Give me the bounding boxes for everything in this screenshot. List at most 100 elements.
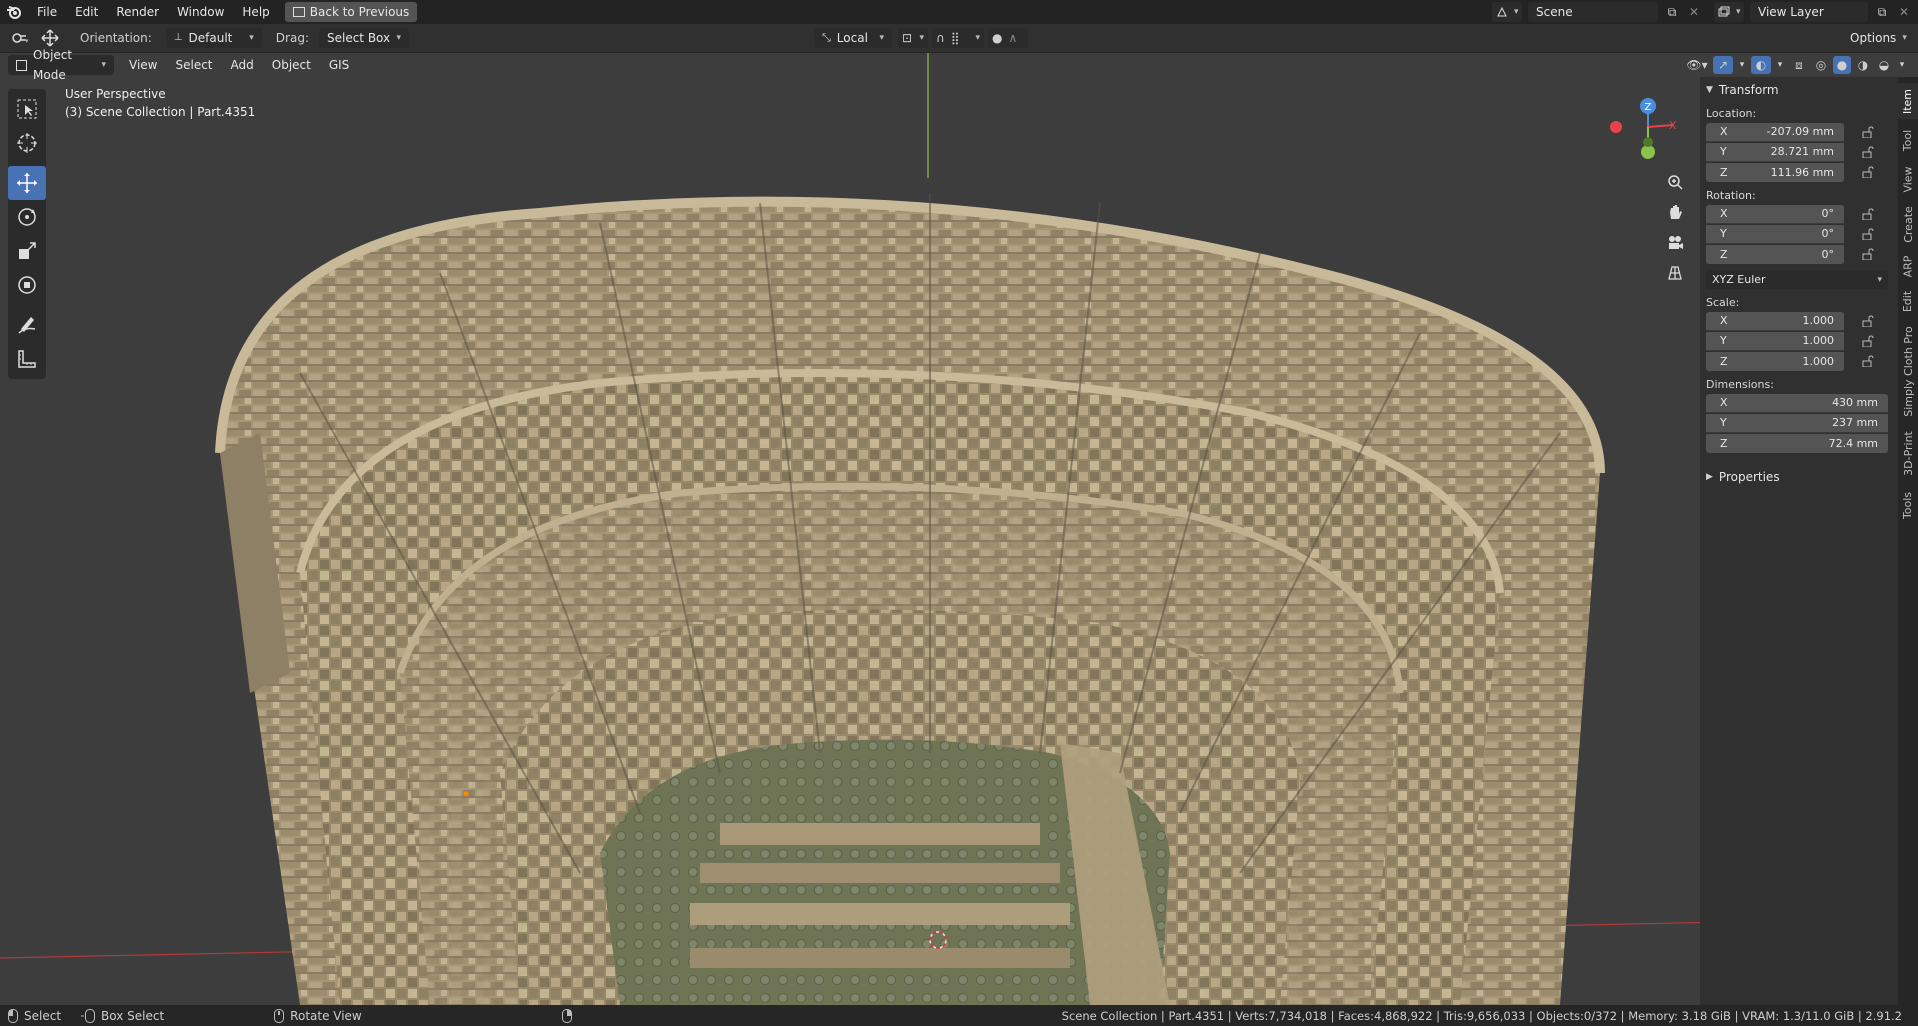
properties-panel-header[interactable]: ▶ Properties [1706,465,1892,489]
viewport-shading-controls: 👁▾ ↗ ▾ ◐ ▾ ⧈ ◎ ● ◑ ◒ ▾ [1684,56,1918,74]
scale-x-field[interactable]: X 1.000 [1706,311,1844,331]
rotate-tool[interactable] [8,200,46,234]
menu-add[interactable]: Add [222,55,263,75]
menu-view[interactable]: View [120,55,166,75]
axis-label: X [1720,125,1728,138]
proportional-editing-toggle[interactable]: ● ∧ [987,28,1028,48]
view-layer-browse-button[interactable]: ▾ [1714,2,1744,22]
measure-tool[interactable] [8,342,46,376]
proportional-dot-icon: ● [991,31,1003,45]
axis-label: X [1720,396,1728,409]
scale-z-field[interactable]: Z 1.000 [1706,351,1844,371]
menu-edit[interactable]: Edit [66,2,107,22]
new-view-layer-icon[interactable]: ⧉ [1874,5,1890,20]
menu-help[interactable]: Help [233,2,278,22]
scene-browse-button[interactable]: ▾ [1492,2,1522,22]
3d-viewport[interactable] [0,53,1918,1005]
dimensions-x-field[interactable]: X 430 mm [1706,393,1888,413]
move-tool[interactable] [8,166,46,200]
transform-tool[interactable] [8,268,46,302]
tab-item[interactable]: Item [1898,83,1918,119]
unlocked-padlock-icon[interactable] [1862,166,1874,178]
navigation-gizmo[interactable]: Z X [1600,92,1690,172]
unlocked-padlock-icon[interactable] [1862,315,1874,327]
negative-y-handle[interactable] [1643,137,1653,147]
camera-view-icon[interactable] [1662,230,1688,256]
perspective-toggle-grid-icon[interactable] [1662,260,1688,286]
gizmo-toggle-icon[interactable]: ↗ [1713,56,1733,74]
mode-dropdown[interactable]: Object Mode ▾ [8,48,114,82]
dimensions-z-field[interactable]: Z 72.4 mm [1706,433,1888,453]
pivot-point-dropdown[interactable]: ⊡ ▾ [897,28,928,48]
scene-name-field[interactable]: Scene [1528,2,1658,22]
back-to-previous-button[interactable]: Back to Previous [284,2,418,22]
zoom-view-icon[interactable] [1662,169,1688,195]
solid-shading-icon[interactable]: ● [1833,56,1851,74]
unlocked-padlock-icon[interactable] [1862,248,1874,260]
y-axis-handle[interactable] [1641,145,1655,159]
rotation-mode-dropdown[interactable]: XYZ Euler ▾ [1706,270,1888,289]
xray-toggle-icon[interactable]: ⧈ [1789,58,1809,73]
tab-tool[interactable]: Tool [1898,123,1918,157]
rotation-z-field[interactable]: Z 0° [1706,244,1844,264]
scene-icon [1496,6,1508,18]
gizmo-dropdown-icon[interactable]: ▾ [1736,60,1748,70]
wireframe-shading-icon[interactable]: ◎ [1812,58,1830,72]
orientation-dropdown[interactable]: ⊥ Default ▾ [165,28,262,48]
axis-label: X [1720,314,1728,327]
new-scene-icon[interactable]: ⧉ [1664,5,1680,20]
scale-tool[interactable] [8,234,46,268]
editor-type-icon[interactable]: ▾ [6,31,36,45]
perspective-label: User Perspective [65,87,166,101]
overlays-toggle-icon[interactable]: ◐ [1751,56,1771,74]
menu-gis[interactable]: GIS [320,55,358,75]
blender-logo-icon[interactable] [0,4,28,20]
select-box-tool[interactable] [8,92,46,126]
dimensions-y-field[interactable]: Y 237 mm [1706,413,1888,433]
location-label: Location: [1706,107,1757,120]
unlocked-padlock-icon[interactable] [1862,126,1874,138]
rotation-y-field[interactable]: Y 0° [1706,224,1844,244]
tab-edit[interactable]: Edit [1898,285,1918,317]
menu-select[interactable]: Select [166,55,221,75]
unlocked-padlock-icon[interactable] [1862,146,1874,158]
view-layer-name-field[interactable]: View Layer [1750,2,1868,22]
menu-render[interactable]: Render [107,2,168,22]
menu-file[interactable]: File [28,2,66,22]
scale-y-field[interactable]: Y 1.000 [1706,331,1844,351]
options-dropdown[interactable]: Options ▾ [1842,28,1912,48]
tab-create[interactable]: Create [1898,201,1918,247]
unlocked-padlock-icon[interactable] [1862,208,1874,220]
tab-simply-cloth-pro[interactable]: Simply Cloth Pro [1898,321,1918,421]
annotate-tool[interactable] [8,308,46,342]
chevron-down-icon: ▾ [1902,33,1907,43]
delete-scene-icon[interactable]: ✕ [1686,5,1702,19]
tab-arp[interactable]: ARP [1898,251,1918,281]
location-x-field[interactable]: X -207.09 mm [1706,122,1844,142]
drag-dropdown[interactable]: Select Box ▾ [318,28,409,48]
transform-panel-header[interactable]: ▼ Transform [1706,78,1892,102]
overlays-dropdown-icon[interactable]: ▾ [1774,60,1786,70]
negative-x-handle[interactable] [1610,121,1622,133]
tab-3d-print[interactable]: 3D-Print [1898,425,1918,481]
unlocked-padlock-icon[interactable] [1862,355,1874,367]
shading-dropdown-icon[interactable]: ▾ [1896,60,1908,70]
pan-view-hand-icon[interactable] [1662,199,1688,225]
delete-view-layer-icon[interactable]: ✕ [1896,5,1912,19]
rendered-shading-icon[interactable]: ◒ [1875,58,1893,72]
location-z-field[interactable]: Z 111.96 mm [1706,162,1844,182]
visibility-eye-icon[interactable]: 👁▾ [1684,58,1710,72]
unlocked-padlock-icon[interactable] [1862,228,1874,240]
cursor-tool[interactable] [8,126,46,160]
transform-orientation-dropdown[interactable]: ⤡ Local ▾ [813,28,892,48]
tab-view[interactable]: View [1898,161,1918,197]
menu-object[interactable]: Object [263,55,320,75]
tab-tools[interactable]: Tools [1898,485,1918,525]
menu-window[interactable]: Window [168,2,233,22]
axis-label: Y [1720,227,1727,240]
snap-toggle[interactable]: ∩ ⣿ ▾ [931,28,984,48]
rotation-x-field[interactable]: X 0° [1706,204,1844,224]
material-shading-icon[interactable]: ◑ [1854,58,1872,72]
location-y-field[interactable]: Y 28.721 mm [1706,142,1844,162]
unlocked-padlock-icon[interactable] [1862,335,1874,347]
